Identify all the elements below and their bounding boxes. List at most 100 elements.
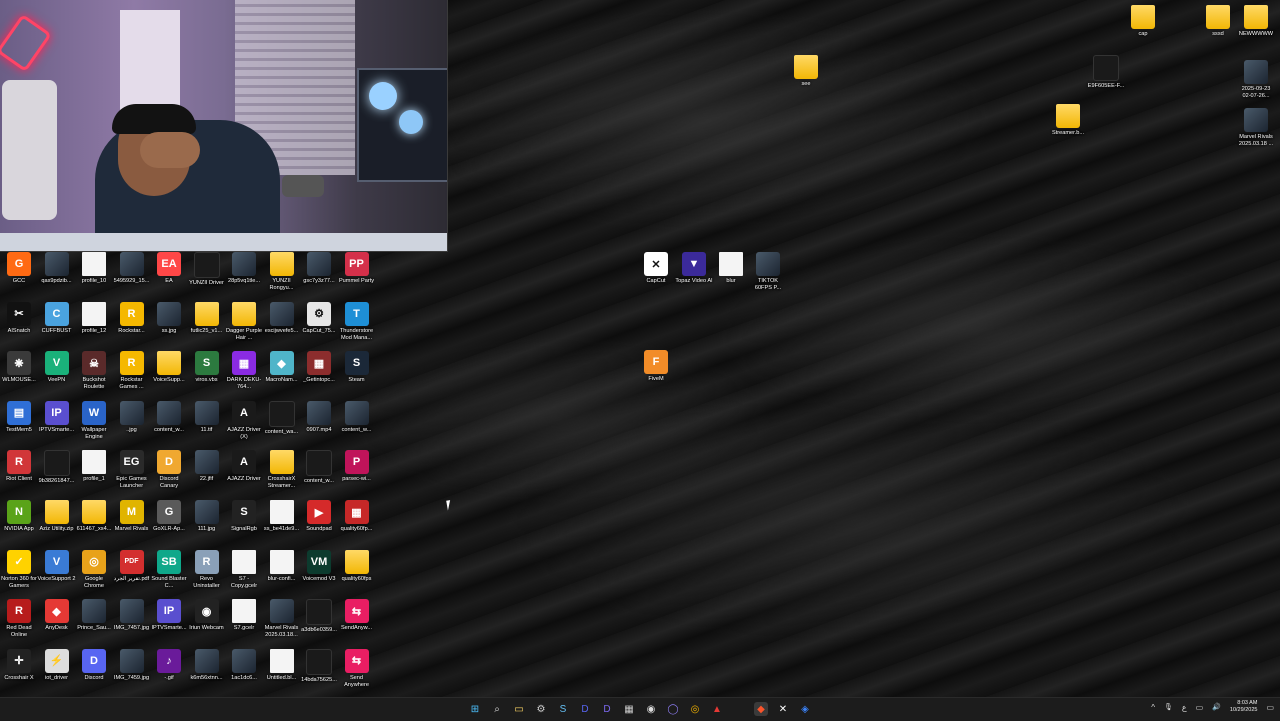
search-icon[interactable]: ⌕	[490, 702, 504, 716]
language-indicator[interactable]: ع	[1182, 703, 1187, 712]
desktop-icon-sendanyw[interactable]: ⇆ SendAnyw...	[338, 599, 376, 632]
desktop-icon-signalrgb[interactable]: S SignalRgb	[225, 500, 263, 533]
desktop-icon-wallpaper-engine[interactable]: W Wallpaper Engine	[75, 400, 113, 441]
desktop-icon-aziz-utility-zip[interactable]: Aziz Utility.zip	[38, 500, 76, 533]
taskbar-clock[interactable]: 8:03 AM 10/29/2025	[1230, 700, 1258, 714]
desktop-icon-gcc[interactable]: G GCC	[0, 252, 38, 285]
desktop-icon-untitled-bl[interactable]: Untitled.bl...	[263, 648, 301, 682]
desktop-icon-tiktok-60fps-p[interactable]: TIKTOK 60FPS P...	[749, 252, 787, 292]
desktop-icon-send-anywhere[interactable]: ⇆ Send Anywhere	[338, 648, 376, 689]
capcut-tray-icon[interactable]: ✕	[776, 702, 790, 716]
desktop-icon-google-chrome[interactable]: ◎ Google Chrome	[75, 549, 113, 590]
desktop-icon-gsc7y3z77[interactable]: gsc7y3z77...	[300, 252, 338, 285]
desktop-icon-img-7459-jpg[interactable]: IMG_7459.jpg	[113, 648, 151, 682]
desktop-icon-anydesk[interactable]: ◆ AnyDesk	[38, 599, 76, 632]
desktop-icon-quality60fps[interactable]: quality60fps	[338, 549, 376, 583]
desktop-icon-content-w[interactable]: content_w...	[150, 400, 188, 434]
file-explorer-icon[interactable]: ▭	[512, 702, 526, 716]
desktop-icon-img-7457-jpg[interactable]: IMG_7457.jpg	[113, 599, 151, 632]
desktop-icon-ss-be41de9[interactable]: ss_be41de9...	[263, 500, 301, 533]
desktop-icon-testmem5[interactable]: ▤ TestMem5	[0, 400, 38, 434]
desktop-icon-riot-client[interactable]: R Riot Client	[0, 450, 38, 483]
desktop-icon-voicesupp[interactable]: VoiceSupp...	[150, 351, 188, 384]
desktop-icon-goxlr-ap[interactable]: G GoXLR-Ap...	[150, 500, 188, 533]
desktop-icon-profile-10[interactable]: profile_10	[75, 252, 113, 285]
calculator-icon[interactable]: ▦	[622, 702, 636, 716]
desktop-icon-revo-uninstaller[interactable]: R Revo Uninstaller	[188, 549, 226, 590]
desktop-icon-ajazz-driver[interactable]: A AJAZZ Driver	[225, 450, 263, 483]
volume-icon[interactable]: 🔊	[1212, 703, 1221, 711]
desktop-icon-fivem[interactable]: F FiveM	[637, 350, 675, 383]
desktop-icon-14bda75625[interactable]: 14bda75625...	[300, 648, 338, 684]
desktop-icon-crosshair-x[interactable]: ✛ Crosshair X	[0, 648, 38, 682]
desktop-icon-yunzii-rongyu[interactable]: YUNZII Rongyu...	[263, 252, 301, 292]
desktop-icon-ajazz-driver-x[interactable]: A AJAZZ Driver (X)	[225, 400, 263, 441]
desktop-icon-red-dead-online[interactable]: R Red Dead Online	[0, 599, 38, 639]
desktop-icon-9b38261847[interactable]: 9b38261847...	[38, 450, 76, 485]
desktop-icon-gif[interactable]: ♪ -.gif	[150, 648, 188, 682]
desktop-icon-content-wa[interactable]: content_wa...	[263, 400, 301, 436]
desktop-icon-s7-copy-gcelr[interactable]: S7 - Copy.gcelr	[225, 549, 263, 590]
desktop-icon-11-tif[interactable]: 11.tif	[188, 400, 226, 434]
desktop-icon-rockstar-games[interactable]: R Rockstar Games ...	[113, 351, 151, 391]
settings-app-icon[interactable]: ⚙	[534, 702, 548, 716]
desktop-icon-voicemod-v3[interactable]: VM Voicemod V3	[300, 549, 338, 583]
desktop-icon-wlmouse[interactable]: ❋ WLMOUSE...	[0, 351, 38, 384]
desktop-icon-content-w[interactable]: content_w...	[300, 450, 338, 485]
tray-overflow-chevron-icon[interactable]: ^	[1151, 703, 1155, 712]
desktop-icon-1ac1dc6[interactable]: 1ac1dc6...	[225, 648, 263, 682]
desktop-icon-nvidia-app[interactable]: N NVIDIA App	[0, 500, 38, 533]
desktop-icon-parsec-wi[interactable]: Pparsec-wi...	[338, 450, 376, 483]
desktop-icon-sound-blaster-c[interactable]: SB Sound Blaster C...	[150, 549, 188, 590]
desktop-icon-veepn[interactable]: V VeePN	[38, 351, 76, 384]
desktop-icon-cuffbust[interactable]: C CUFFBUST	[38, 301, 76, 335]
discord-canary-icon[interactable]: D	[600, 702, 614, 716]
desktop-icon-getintopc[interactable]: ▦ _Getintopc...	[300, 351, 338, 384]
microphone-icon[interactable]: 🎙	[1164, 703, 1173, 711]
desktop-icon-0907-mp4[interactable]: 0907.mp4	[300, 400, 338, 434]
vpn-icon[interactable]: ◈	[798, 702, 812, 716]
circle-app-icon[interactable]: ◯	[666, 702, 680, 716]
desktop-icon-macronam[interactable]: ◆ MacroNam...	[263, 351, 301, 384]
desktop-icon-111-jpg[interactable]: 111.jpg	[188, 500, 226, 533]
desktop-icon-discord-canary[interactable]: D Discord Canary	[150, 450, 188, 490]
desktop-icon-iriun-webcam[interactable]: ◉ Iriun Webcam	[188, 599, 226, 632]
desktop-icon-28p5vq1tle[interactable]: 28p5vq1tle...	[225, 252, 263, 285]
desktop-icon-norton-360-for-gamers[interactable]: ✓ Norton 360 for Gamers	[0, 549, 38, 590]
desktop-icon-soundpad[interactable]: ▶ Soundpad	[300, 500, 338, 533]
brave-icon[interactable]: ◆	[754, 702, 768, 716]
desktop-icon-viros-vbs[interactable]: Sviros.vbs	[188, 351, 226, 384]
desktop-icon-futlic25-v1[interactable]: futlic25_v1...	[188, 301, 226, 335]
desktop-icon-pummel-party[interactable]: PP Pummel Party	[338, 252, 376, 285]
desktop-icon-see[interactable]: see	[787, 55, 825, 88]
desktop-icon-a3db6e0359[interactable]: a3db6e0359...	[300, 599, 338, 634]
desktop-icon-profile-12[interactable]: profile_12	[75, 301, 113, 335]
desktop-icon-611467-xs4[interactable]: 611467_xs4...	[75, 500, 113, 533]
desktop-icon-marvel-rivals-2025-03-18[interactable]: Marvel Rivals 2025.03.18...	[263, 599, 301, 639]
desktop-icon-streamer-b[interactable]: Streamer.b...	[1049, 104, 1087, 137]
desktop-icon-aisnatch[interactable]: ✂ AISnatch	[0, 301, 38, 335]
desktop-icon-blur-confi[interactable]: blur-confi...	[263, 549, 301, 583]
desktop-icon-capcut[interactable]: ✕ CapCut	[637, 252, 675, 285]
desktop-icon-5495929-15[interactable]: 5495929_15...	[113, 252, 151, 285]
desktop-icon-rockstar[interactable]: R Rockstar...	[113, 301, 151, 335]
desktop-icon-buckshot-roulette[interactable]: ☠ Buckshot Roulette	[75, 351, 113, 391]
desktop-icon-e9f605ee-f[interactable]: E9F605EE-F...	[1087, 55, 1125, 90]
obs-icon[interactable]: ◉	[644, 702, 658, 716]
desktop-icon-marvel-rivals-2025-03-18[interactable]: Marvel Rivals 2025.03.18 ...	[1237, 108, 1275, 148]
desktop-icon-ea[interactable]: EA EA	[150, 252, 188, 285]
desktop-icon-ss-jpg[interactable]: ss.jpg	[150, 301, 188, 335]
desktop-icon-dark-deku-764[interactable]: ▦ DARK DEKU-764...	[225, 351, 263, 391]
desktop-icon-content-w[interactable]: content_w...	[338, 400, 376, 434]
desktop-icon-pdf[interactable]: PDF تقرير الجرد.pdf	[113, 549, 151, 583]
desktop-icon-iptvsmarte[interactable]: IP IPTVSmarte...	[150, 599, 188, 632]
desktop-icon-dagger-purple-hair[interactable]: Dagger Purple Hair ...	[225, 301, 263, 342]
desktop-icon-cap[interactable]: cap	[1124, 5, 1162, 38]
ajazz-icon[interactable]: ▲	[710, 702, 724, 716]
desktop-icon-quality60fp[interactable]: ▦ quality60fp...	[338, 500, 376, 533]
desktop-icon-iptvsmarte[interactable]: IP IPTVSmarte...	[38, 400, 76, 434]
desktop-icon-profile-1[interactable]: profile_1	[75, 450, 113, 483]
desktop-icon-qas9pdzib[interactable]: qas9pdzib...	[38, 252, 76, 285]
desktop-icon-crosshairx-streamer[interactable]: CrosshairX Streamer...	[263, 450, 301, 490]
start-icon[interactable]: ⊞	[468, 702, 482, 716]
